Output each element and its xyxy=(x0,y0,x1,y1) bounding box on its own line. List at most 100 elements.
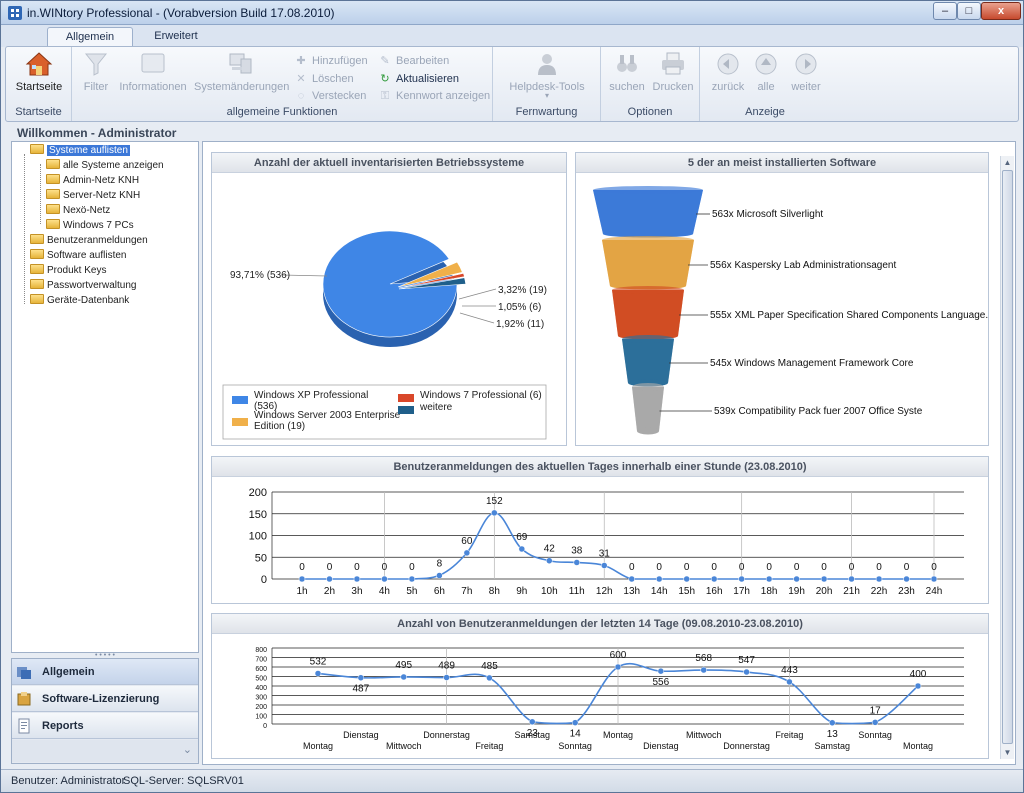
tree-item-admin-netz[interactable]: Admin-Netz KNH xyxy=(46,174,139,188)
data-point xyxy=(314,670,322,677)
x-tick-label: Samstag xyxy=(515,730,551,740)
startseite-button[interactable]: Startseite xyxy=(10,51,68,93)
data-point xyxy=(571,719,579,726)
dashboard-scrollbar[interactable]: ▲ ▼ xyxy=(1000,156,1014,759)
data-point xyxy=(903,575,910,583)
kennwort-anzeigen-button[interactable]: ⚿ Kennwort anzeigen xyxy=(378,90,490,103)
tree-item-systeme-auflisten[interactable]: Systeme auflisten xyxy=(30,144,130,158)
x-tick-label: 5h xyxy=(406,586,417,597)
tree-item-windows-7-pcs[interactable]: Windows 7 PCs xyxy=(46,219,134,233)
funnel-label: 563x Microsoft Silverlight xyxy=(712,209,823,220)
drucken-label: Drucken xyxy=(652,81,694,93)
binoculars-icon xyxy=(617,55,637,72)
nav-reports-button[interactable]: Reports xyxy=(12,713,198,739)
y-tick-label: 700 xyxy=(255,657,267,664)
tree-item-nexoe-netz[interactable]: Nexö-Netz xyxy=(46,204,110,218)
systemaenderungen-button[interactable]: Systemänderungen xyxy=(194,51,289,93)
aktualisieren-button[interactable]: ↻ Aktualisieren xyxy=(378,72,459,85)
tree-item-benutzeranmeldungen[interactable]: Benutzeranmeldungen xyxy=(30,234,148,248)
software-box-icon xyxy=(17,692,31,706)
data-label: 69 xyxy=(516,532,528,543)
scroll-down-icon[interactable]: ▼ xyxy=(1001,746,1014,759)
hinzufuegen-button[interactable]: ✚ Hinzufügen xyxy=(294,54,368,67)
x-tick-label: Freitag xyxy=(775,730,803,740)
chevron-down-icon[interactable]: ⌄ xyxy=(183,743,192,756)
nav-allgemein-button[interactable]: Allgemein xyxy=(12,659,198,685)
data-point xyxy=(573,559,581,566)
key-icon: ⚿ xyxy=(380,90,390,102)
x-tick-label: Donnerstag xyxy=(423,730,470,740)
funnel-label: 545x Windows Management Framework Core xyxy=(710,358,914,369)
data-point xyxy=(914,682,922,690)
funnel-label: 539x Compatibility Pack fuer 2007 Office… xyxy=(714,406,923,417)
data-label: 489 xyxy=(438,661,455,672)
suchen-button[interactable]: suchen xyxy=(607,51,647,93)
data-point xyxy=(486,674,493,682)
group-label-optionen: Optionen xyxy=(627,106,673,118)
tree-item-alle-systeme[interactable]: alle Systeme anzeigen xyxy=(46,159,164,173)
window-title: in.WINtory Professional - (Vorabversion … xyxy=(27,6,335,20)
y-tick-label: 800 xyxy=(255,647,267,654)
loeschen-button[interactable]: ✕ Löschen xyxy=(294,72,353,85)
pie-data-label: 93,71% (536) xyxy=(230,270,290,281)
data-point xyxy=(491,509,498,517)
maximize-button[interactable]: □ xyxy=(957,2,981,20)
funnel-segment-bottom xyxy=(637,427,659,435)
helpdesk-tools-button[interactable]: Helpdesk-Tools ▾ xyxy=(503,51,591,100)
daily-logins-panel: Anzahl von Benutzeranmeldungen der letzt… xyxy=(211,613,989,759)
data-label: 495 xyxy=(395,660,412,671)
tree-item-produkt-keys[interactable]: Produkt Keys xyxy=(30,264,106,278)
data-label: 0 xyxy=(656,562,662,573)
funnel-segment-shade xyxy=(593,190,703,234)
data-label: 487 xyxy=(353,684,370,695)
x-tick-label: Donnerstag xyxy=(723,741,770,751)
data-point xyxy=(546,557,553,564)
bearbeiten-label: Bearbeiten xyxy=(396,55,450,67)
alle-button[interactable]: alle xyxy=(750,51,782,93)
weiter-button[interactable]: weiter xyxy=(786,51,826,93)
tree-item-passwortverwaltung[interactable]: Passwortverwaltung xyxy=(30,279,136,293)
hourly-chart-title: Benutzeranmeldungen des aktuellen Tages … xyxy=(212,457,988,477)
tree-item-software-auflisten[interactable]: Software auflisten xyxy=(30,249,127,263)
y-tick-label: 500 xyxy=(255,676,267,683)
tab-allgemein[interactable]: Allgemein xyxy=(47,27,133,47)
forward-icon xyxy=(795,53,817,75)
navigation-pane: Allgemein Software-Lizenzierung Reports … xyxy=(11,658,199,764)
data-label: 60 xyxy=(461,536,473,547)
data-point xyxy=(529,718,536,726)
group-label-fernwartung: Fernwartung xyxy=(515,106,578,118)
up-icon xyxy=(755,53,777,75)
series-line xyxy=(301,512,934,580)
data-point xyxy=(700,666,707,674)
tree-item-geraete-datenbank[interactable]: Geräte-Datenbank xyxy=(30,294,129,308)
data-label: 0 xyxy=(766,562,772,573)
data-point xyxy=(443,674,450,681)
nav-footer: ⌄ xyxy=(12,740,198,762)
pie-label-leader xyxy=(459,312,495,324)
y-tick-label: 600 xyxy=(255,666,267,673)
pie-legend-swatch xyxy=(398,394,414,402)
data-label: 0 xyxy=(821,562,827,573)
scroll-thumb[interactable] xyxy=(1002,170,1013,744)
status-sql-server: SQL-Server: SQLSRV01 xyxy=(123,775,244,787)
tree-item-server-netz[interactable]: Server-Netz KNH xyxy=(46,189,140,203)
close-button[interactable]: x xyxy=(981,2,1021,20)
zurueck-button[interactable]: zurück xyxy=(708,51,748,93)
delete-icon: ✕ xyxy=(296,73,306,85)
tab-erweitert[interactable]: Erweitert xyxy=(141,27,211,47)
bearbeiten-button[interactable]: ✎ Bearbeiten xyxy=(378,54,449,67)
printer-icon xyxy=(662,52,684,75)
hinzufuegen-label: Hinzufügen xyxy=(312,55,368,67)
informationen-button[interactable]: Informationen xyxy=(118,51,188,93)
pie-legend-label: weitere xyxy=(419,402,453,413)
data-point xyxy=(381,575,388,583)
nav-software-lizenzierung-button[interactable]: Software-Lizenzierung xyxy=(12,686,198,712)
data-point xyxy=(875,575,883,583)
filter-button[interactable]: Filter xyxy=(78,51,114,93)
minimize-button[interactable]: – xyxy=(933,2,957,20)
x-tick-label: 6h xyxy=(434,586,445,597)
title-bar[interactable]: in.WINtory Professional - (Vorabversion … xyxy=(1,1,1023,25)
scroll-up-icon[interactable]: ▲ xyxy=(1001,156,1014,169)
verstecken-button[interactable]: ◌ Verstecken xyxy=(294,90,367,102)
drucken-button[interactable]: Drucken xyxy=(651,51,695,93)
